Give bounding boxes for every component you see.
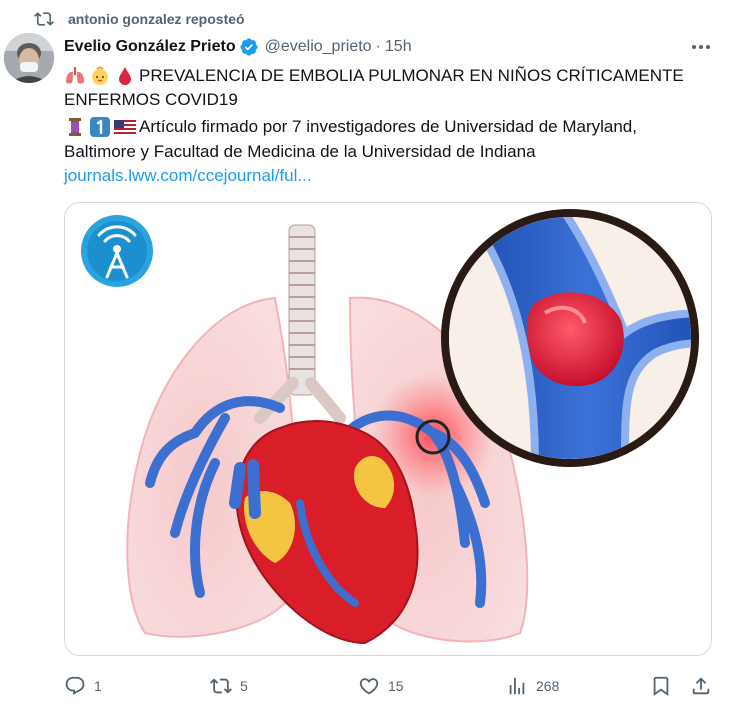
tweet-line-2: ENFERMOS COVID19 [64,90,238,109]
heart-icon [359,678,379,695]
more-options-icon [692,45,710,49]
share-icon [692,677,710,695]
thread-emoji [69,118,81,136]
views-button[interactable]: 268 [506,672,559,700]
like-count: 15 [388,678,404,694]
reply-button[interactable]: 1 [64,672,102,700]
tweet-text: PREVALENCIA DE EMBOLIA PULMONAR EN NIÑOS… [64,64,714,188]
tweet-header: Evelio González Prieto @evelio_prieto · … [64,36,412,58]
repost-button[interactable]: 5 [210,672,248,700]
us-flag-emoji [114,120,136,134]
avatar-photo [4,33,54,83]
author-handle[interactable]: @evelio_prieto [265,38,372,56]
views-icon [509,677,525,695]
more-options-button[interactable] [688,36,714,58]
share-button[interactable] [690,672,720,700]
separator-dot: · [375,38,381,55]
verified-badge-icon [240,38,258,56]
article-link[interactable]: journals.lww.com/ccejournal/ful... [64,164,312,188]
lungs-heart-embolism-illustration [65,203,711,655]
tweet-media[interactable] [64,202,712,656]
like-button[interactable]: 15 [358,672,404,700]
keycap-one-emoji [90,117,110,137]
avatar[interactable] [4,33,54,83]
tweet-line-4: Baltimore y Facultad de Medicina de la U… [64,142,536,161]
timestamp[interactable]: 15h [385,38,412,56]
action-bar: 1 5 15 268 [64,672,714,700]
views-count: 268 [536,678,560,694]
tweet-line-3: Artículo firmado por 7 investigadores de… [139,117,637,136]
baby-emoji [92,66,108,85]
lungs-emoji [66,67,84,84]
blood-drop-emoji [119,67,131,85]
reply-count: 1 [94,678,102,694]
repost-context[interactable]: antonio gonzalez reposteó [34,8,245,30]
reply-icon [65,676,85,695]
author-name[interactable]: Evelio González Prieto [64,38,236,56]
bookmark-button[interactable] [650,672,680,700]
bookmark-icon [653,676,669,697]
repost-icon [210,678,232,694]
tweet-line-1: PREVALENCIA DE EMBOLIA PULMONAR EN NIÑOS… [139,66,684,85]
broadcast-tower-icon [81,215,153,287]
repost-icon [34,12,54,26]
repost-text: antonio gonzalez reposteó [68,11,245,27]
repost-count: 5 [240,678,248,694]
